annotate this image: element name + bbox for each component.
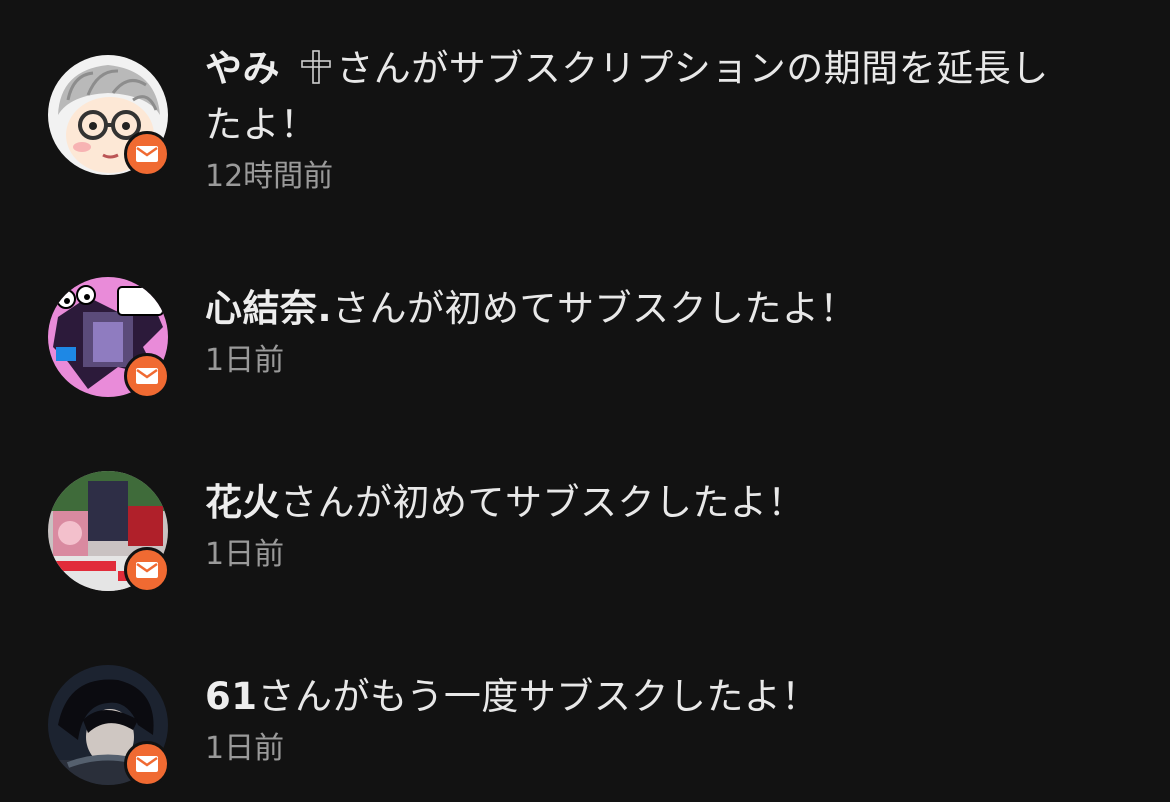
username[interactable]: 心結奈.: [205, 287, 332, 330]
mail-badge: [124, 131, 170, 177]
avatar[interactable]: [48, 665, 170, 787]
notification-body: 花火さんが初めてサブスクしたよ！ 1日前: [205, 477, 1105, 575]
timestamp: 1日前: [205, 537, 285, 572]
message-text-cont: たよ！: [205, 103, 318, 146]
message-text: さんが初めてサブスクしたよ！: [332, 287, 858, 330]
notification-message: 花火さんが初めてサブスクしたよ！: [205, 477, 1105, 529]
mail-badge: [124, 547, 170, 593]
notification-message: 61さんがもう一度サブスクしたよ！: [205, 671, 1105, 723]
notification-body: やみ さんがサブスクリプションの期間を延長し たよ！ 12時間前: [205, 43, 1105, 197]
mail-icon: [136, 756, 158, 772]
notification-body: 心結奈.さんが初めてサブスクしたよ！ 1日前: [205, 283, 1105, 381]
notification-body: 61さんがもう一度サブスクしたよ！ 1日前: [205, 671, 1105, 769]
username[interactable]: やみ: [205, 47, 280, 90]
mail-icon: [136, 562, 158, 578]
username[interactable]: 61: [205, 675, 258, 718]
notification-message: やみ さんがサブスクリプションの期間を延長し たよ！: [205, 43, 1105, 151]
message-text: さんがもう一度サブスクしたよ！: [257, 675, 819, 718]
avatar[interactable]: [48, 277, 170, 399]
avatar[interactable]: [48, 55, 170, 177]
mail-icon: [136, 146, 158, 162]
avatar[interactable]: [48, 471, 170, 593]
mail-badge: [124, 741, 170, 787]
mail-badge: [124, 353, 170, 399]
timestamp: 12時間前: [205, 159, 334, 194]
message-text: さんが初めてサブスクしたよ！: [280, 481, 805, 524]
notification-list: やみ さんがサブスクリプションの期間を延長し たよ！ 12時間前 心結奈.さんが…: [0, 0, 1170, 802]
cross-icon: [298, 47, 334, 99]
username[interactable]: 花火: [205, 481, 280, 524]
message-text: さんがサブスクリプションの期間を延長し: [336, 47, 1049, 90]
mail-icon: [136, 368, 158, 384]
timestamp: 1日前: [205, 731, 285, 766]
notification-message: 心結奈.さんが初めてサブスクしたよ！: [205, 283, 1105, 335]
timestamp: 1日前: [205, 343, 285, 378]
